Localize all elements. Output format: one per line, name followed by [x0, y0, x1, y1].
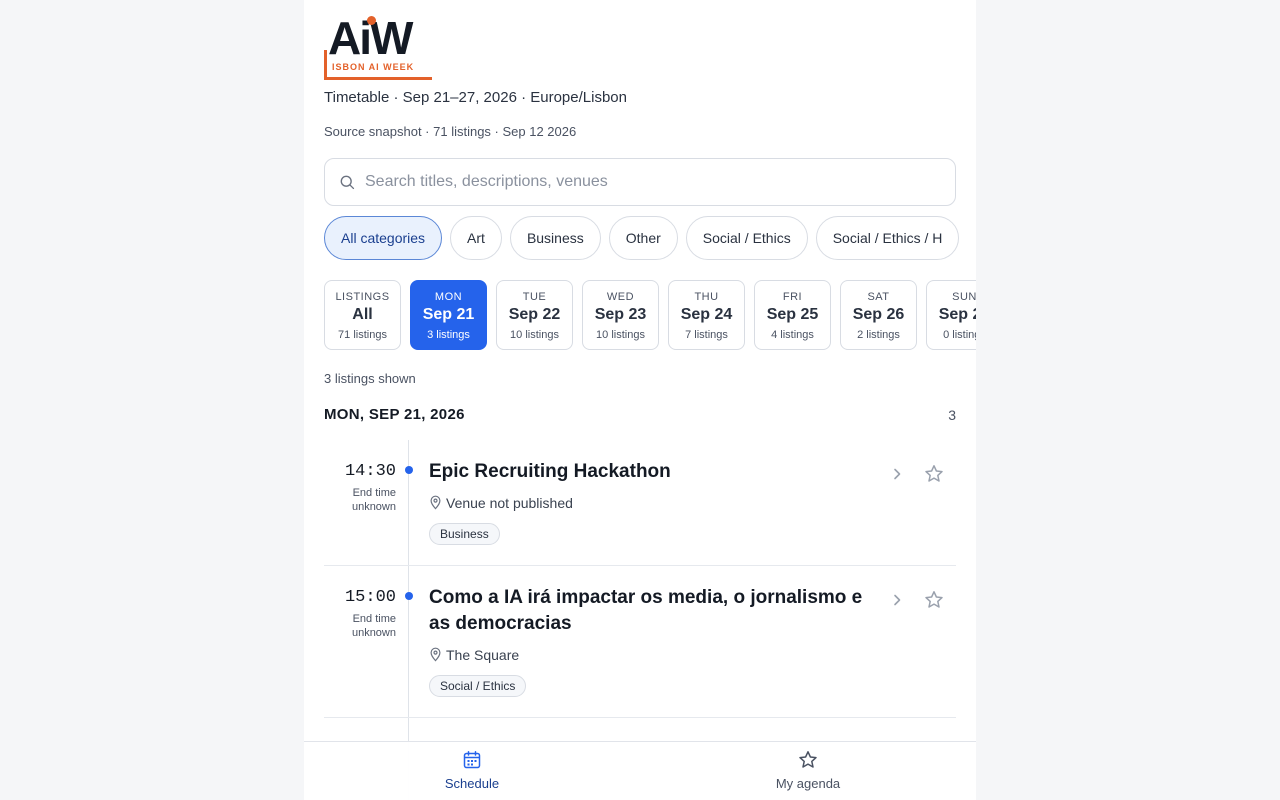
event-category-tag: Business: [429, 523, 500, 545]
event-title[interactable]: Epic Recruiting Hackathon: [429, 459, 879, 485]
search-box[interactable]: [324, 158, 956, 206]
timeline-dot: [405, 592, 413, 600]
day-tab-date: Sep 27: [938, 306, 976, 323]
chevron-right-icon[interactable]: [890, 467, 904, 481]
category-chip-business[interactable]: Business: [509, 216, 601, 260]
search-input[interactable]: [365, 159, 945, 205]
day-tab-label: TUE: [522, 291, 547, 303]
day-tab-count: 3 listings: [427, 329, 470, 341]
event-category-tag: Social / Ethics: [429, 675, 527, 697]
day-tab-sun[interactable]: SUN Sep 27 0 listings: [926, 280, 976, 350]
star-icon: [799, 751, 817, 768]
day-tab-count: 10 listings: [596, 329, 645, 341]
day-tab-thu[interactable]: THU Sep 24 7 listings: [668, 280, 745, 350]
day-tab-count: 71 listings: [338, 329, 387, 341]
bottom-navigation: Schedule My agenda: [304, 741, 976, 800]
nav-my-agenda[interactable]: My agenda: [640, 742, 976, 800]
event-venue-text: The Square: [446, 647, 520, 663]
day-tab-label: THU: [694, 291, 719, 303]
category-filters: All categories Art Business Other Social / E…: [324, 216, 967, 260]
day-tab-tue[interactable]: TUE Sep 22 10 listings: [496, 280, 573, 350]
category-chip-other[interactable]: Other: [608, 216, 678, 260]
calendar-icon: [463, 751, 481, 769]
event-end-time-line1: End time: [352, 613, 396, 625]
category-chip-all[interactable]: All categories: [324, 216, 443, 260]
event-start-time: 14:30: [344, 462, 396, 481]
day-tab-wed[interactable]: WED Sep 23 10 listings: [582, 280, 659, 350]
event-end-time-line1: End time: [352, 487, 396, 499]
day-tab-sat[interactable]: SAT Sep 26 2 listings: [840, 280, 917, 350]
day-tab-date: Sep 23: [594, 306, 647, 323]
day-section-count: 3: [948, 407, 956, 423]
day-tab-fri[interactable]: FRI Sep 25 4 listings: [754, 280, 831, 350]
nav-schedule-label: Schedule: [444, 776, 500, 791]
event-row[interactable]: 15:00 End time unknown Como a IA irá imp…: [324, 566, 956, 718]
page-subtitle: Timetable · Sep 21–27, 2026 · Europe/Lis…: [324, 89, 627, 106]
day-tab-label: WED: [606, 291, 635, 303]
day-tab-date: Sep 22: [508, 306, 561, 323]
search-icon: [340, 175, 355, 190]
category-chip-social-ethics[interactable]: Social / Ethics: [685, 216, 808, 260]
day-tab-label: MON: [434, 291, 463, 303]
category-chip-art[interactable]: Art: [450, 216, 502, 260]
event-start-time: 15:00: [344, 588, 396, 607]
day-tab-label: LISTINGS: [335, 291, 390, 303]
star-icon[interactable]: [924, 464, 944, 484]
app-page: AiW ISBON AI WEEK Timetable · Sep 21–27,…: [304, 0, 976, 800]
day-tab-label: FRI: [782, 291, 803, 303]
day-tab-count: 7 listings: [685, 329, 728, 341]
day-selector: LISTINGS All 71 listings MON Sep 21 3 li…: [324, 280, 976, 350]
day-tab-count: 4 listings: [771, 329, 814, 341]
logo-underline: [324, 77, 432, 80]
day-section-title: MON, SEP 21, 2026: [324, 406, 465, 423]
event-end-time-line2: unknown: [351, 501, 396, 513]
snapshot-info: Source snapshot · 71 listings · Sep 12 2…: [324, 124, 577, 139]
category-chip-social-ethics-h[interactable]: Social / Ethics / H: [815, 216, 960, 260]
location-pin-icon: [430, 495, 441, 510]
day-tab-date: Sep 21: [422, 306, 475, 323]
logo-subtext: ISBON AI WEEK: [332, 62, 415, 72]
brand-logo[interactable]: AiW ISBON AI WEEK: [324, 12, 434, 80]
event-venue: Venue not published: [429, 495, 573, 511]
chevron-right-icon[interactable]: [890, 593, 904, 607]
day-tab-count: 0 listings: [943, 329, 976, 341]
nav-schedule[interactable]: Schedule: [304, 742, 640, 800]
day-tab-date: Sep 25: [766, 306, 819, 323]
nav-my-agenda-label: My agenda: [775, 776, 841, 791]
day-tab-date: Sep 24: [680, 306, 733, 323]
logo-accent-bar: [324, 50, 327, 80]
day-tab-label: SAT: [867, 291, 890, 303]
day-tab-label: SUN: [952, 291, 976, 303]
event-row[interactable]: 14:30 End time unknown Epic Recruiting H…: [324, 440, 956, 566]
event-divider: [324, 717, 956, 718]
event-venue: The Square: [429, 647, 519, 663]
event-end-time-line2: unknown: [351, 627, 396, 639]
listings-shown-count: 3 listings shown: [324, 371, 416, 386]
day-tab-date: All: [352, 306, 373, 323]
location-pin-icon: [430, 647, 441, 662]
day-tab-count: 2 listings: [857, 329, 900, 341]
day-section-header: MON, SEP 21, 2026 3: [324, 406, 956, 426]
event-venue-text: Venue not published: [446, 495, 573, 511]
event-title[interactable]: Como a IA irá impactar os media, o jorna…: [429, 585, 879, 637]
day-tab-mon[interactable]: MON Sep 21 3 listings: [410, 280, 487, 350]
star-icon[interactable]: [924, 590, 944, 610]
day-tab-count: 10 listings: [510, 329, 559, 341]
day-tab-date: Sep 26: [852, 306, 905, 323]
timeline-dot: [405, 466, 413, 474]
day-tab-all[interactable]: LISTINGS All 71 listings: [324, 280, 401, 350]
logo-dot: [367, 16, 376, 25]
